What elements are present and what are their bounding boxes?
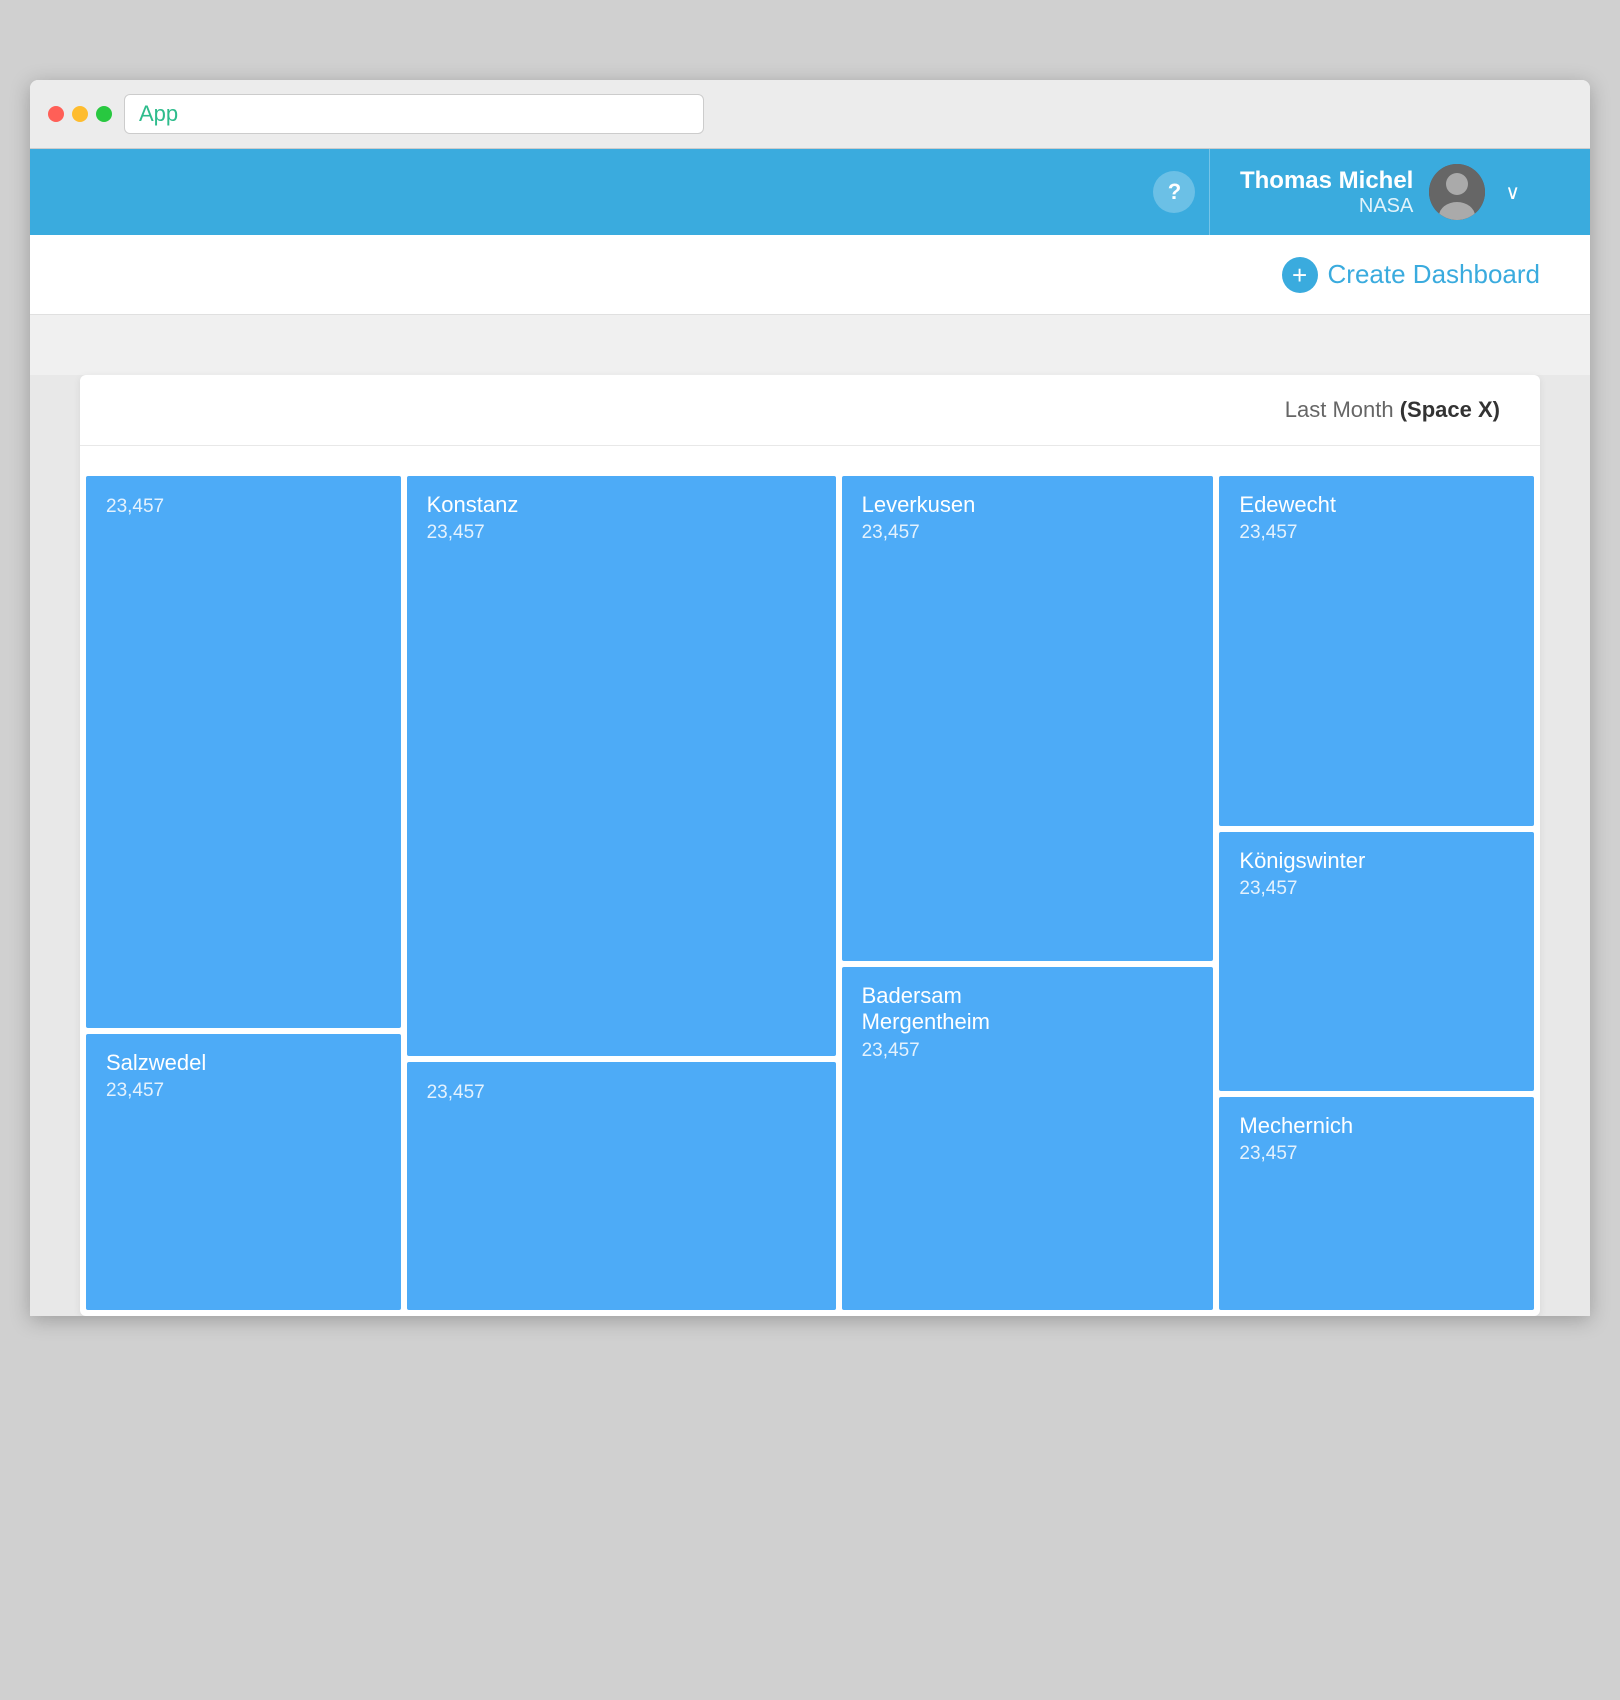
cell-name: Mechernich [1239, 1113, 1514, 1139]
filter-month: Last Month [1285, 397, 1394, 422]
treemap-cell-leverkusen[interactable]: Leverkusen 23,457 [842, 476, 1214, 961]
app-window: App ? Thomas Michel NASA ∨ [30, 80, 1590, 1316]
user-info: Thomas Michel NASA [1240, 167, 1413, 218]
cell-name: Edewecht [1239, 492, 1514, 518]
treemap-cell-mechernich[interactable]: Mechernich 23,457 [1219, 1097, 1534, 1311]
cell-value: 23,457 [1239, 878, 1514, 900]
user-menu[interactable]: Thomas Michel NASA ∨ [1210, 149, 1550, 235]
help-button[interactable]: ? [1153, 171, 1195, 213]
maximize-button[interactable] [96, 106, 112, 122]
cell-name: Königswinter [1239, 848, 1514, 874]
create-dashboard-button[interactable]: + Create Dashboard [1282, 257, 1540, 293]
dashboard-card: Last Month (Space X) 23,457 Salzwedel 23… [80, 375, 1540, 1316]
help-section: ? [1140, 149, 1210, 235]
cell-value: 23,457 [1239, 1143, 1514, 1165]
user-org: NASA [1240, 195, 1413, 218]
treemap-col-3: Edewecht 23,457 Königswinter 23,457 Mech… [1219, 476, 1534, 1310]
cell-value: 23,457 [862, 1040, 1194, 1062]
cell-value: 23,457 [106, 1080, 381, 1102]
card-header: Last Month (Space X) [80, 375, 1540, 446]
cell-value: 23,457 [862, 522, 1194, 544]
treemap-container: 23,457 Salzwedel 23,457 Konstanz 23,457 [80, 446, 1540, 1316]
close-button[interactable] [48, 106, 64, 122]
titlebar: App [30, 80, 1590, 149]
avatar-image [1429, 164, 1485, 220]
subheader: + Create Dashboard [30, 235, 1590, 315]
treemap-cell-col1-r2[interactable]: 23,457 [407, 1062, 836, 1310]
treemap-cell-konstanz[interactable]: Konstanz 23,457 [407, 476, 836, 1056]
treemap-cell-konigswinter[interactable]: Königswinter 23,457 [1219, 832, 1534, 1091]
filter-label: Last Month (Space X) [1285, 397, 1500, 423]
window-controls [48, 106, 112, 122]
treemap-col-2: Leverkusen 23,457 BadersamMergentheim 23… [842, 476, 1214, 1310]
avatar [1429, 164, 1485, 220]
gray-spacer [30, 315, 1590, 375]
cell-name: Leverkusen [862, 492, 1194, 518]
user-name: Thomas Michel [1240, 167, 1413, 195]
cell-name: Konstanz [427, 492, 816, 518]
create-dashboard-label: Create Dashboard [1328, 259, 1540, 290]
treemap-cell-edewecht[interactable]: Edewecht 23,457 [1219, 476, 1534, 826]
cell-value: 23,457 [427, 1082, 816, 1104]
treemap-col-1: Konstanz 23,457 23,457 [407, 476, 836, 1310]
plus-icon: + [1282, 257, 1318, 293]
chevron-down-icon: ∨ [1505, 180, 1520, 205]
treemap: 23,457 Salzwedel 23,457 Konstanz 23,457 [80, 476, 1540, 1316]
filter-org: (Space X) [1400, 397, 1500, 422]
treemap-col-0: 23,457 Salzwedel 23,457 [86, 476, 401, 1310]
cell-value: 23,457 [1239, 522, 1514, 544]
cell-value: 23,457 [427, 522, 816, 544]
question-icon: ? [1168, 179, 1181, 205]
treemap-cell-salzwedel[interactable]: Salzwedel 23,457 [86, 1034, 401, 1310]
treemap-cell-badersam[interactable]: BadersamMergentheim 23,457 [842, 967, 1214, 1310]
treemap-cell-col0-r1[interactable]: 23,457 [86, 476, 401, 1028]
cell-name: Salzwedel [106, 1050, 381, 1076]
navbar: ? Thomas Michel NASA ∨ [30, 149, 1590, 235]
address-bar[interactable]: App [124, 94, 704, 134]
minimize-button[interactable] [72, 106, 88, 122]
cell-value: 23,457 [106, 496, 381, 518]
address-bar-text: App [139, 101, 178, 127]
cell-name: BadersamMergentheim [862, 983, 1194, 1036]
